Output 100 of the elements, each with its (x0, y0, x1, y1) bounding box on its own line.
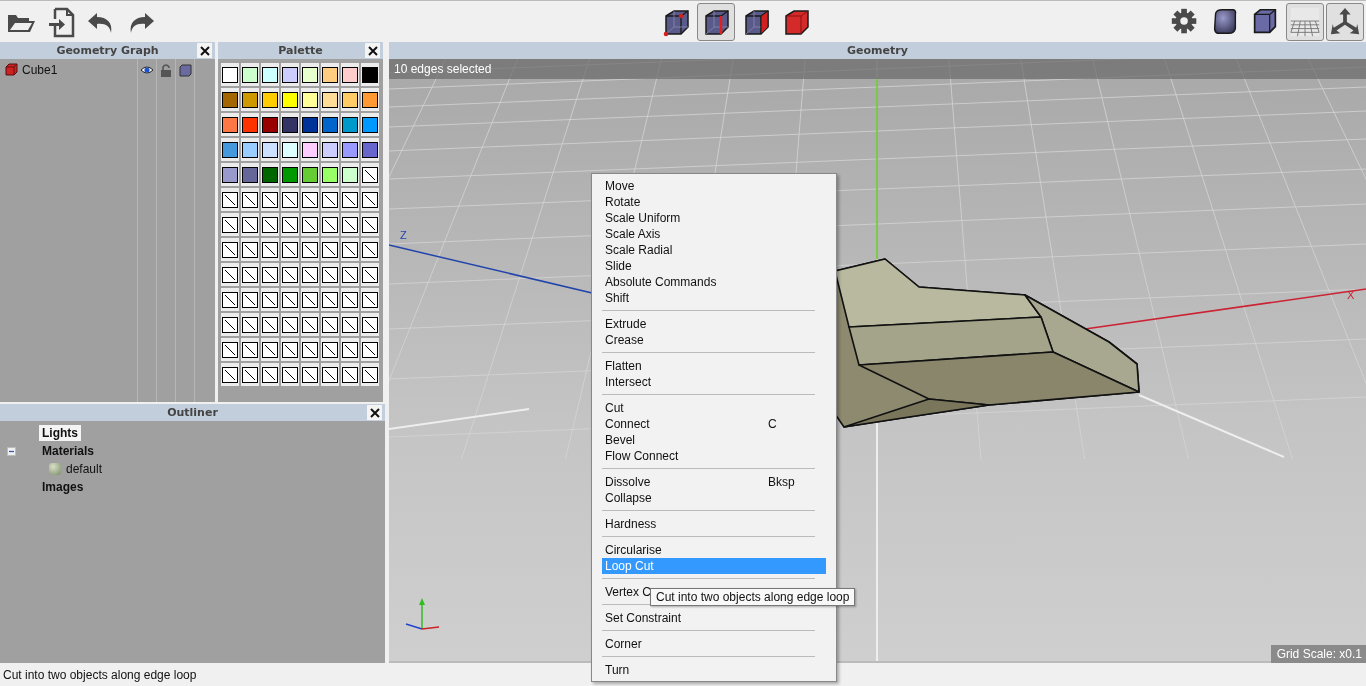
menu-item[interactable]: Slide (602, 258, 826, 274)
empty-swatch[interactable] (302, 291, 318, 308)
menu-item[interactable]: Collapse (602, 490, 826, 506)
empty-swatch[interactable] (302, 191, 318, 208)
color-swatch[interactable] (222, 166, 238, 183)
color-swatch[interactable] (262, 66, 278, 83)
color-swatch[interactable] (222, 116, 238, 133)
empty-swatch[interactable] (342, 241, 358, 258)
color-swatch[interactable] (282, 91, 298, 108)
menu-item[interactable]: Scale Uniform (602, 210, 826, 226)
empty-swatch[interactable] (282, 341, 298, 358)
empty-swatch[interactable] (242, 316, 258, 333)
empty-swatch[interactable] (222, 291, 238, 308)
visibility-toggle[interactable] (140, 63, 154, 77)
color-swatch[interactable] (242, 66, 258, 83)
collapse-toggle[interactable] (7, 446, 16, 456)
color-swatch[interactable] (342, 166, 358, 183)
empty-swatch[interactable] (342, 366, 358, 383)
color-swatch[interactable] (242, 116, 258, 133)
menu-item[interactable]: Hardness (602, 516, 826, 532)
color-swatch[interactable] (302, 66, 318, 83)
empty-swatch[interactable] (262, 341, 278, 358)
color-swatch[interactable] (242, 91, 258, 108)
empty-swatch[interactable] (282, 291, 298, 308)
edge-mode-button[interactable] (696, 2, 735, 41)
empty-swatch[interactable] (302, 216, 318, 233)
empty-swatch[interactable] (362, 216, 378, 233)
menu-item[interactable]: Extrude (602, 316, 826, 332)
color-swatch[interactable] (322, 66, 338, 83)
empty-swatch[interactable] (222, 266, 238, 283)
color-swatch[interactable] (342, 141, 358, 158)
material-button[interactable] (178, 63, 192, 77)
empty-swatch[interactable] (222, 216, 238, 233)
empty-swatch[interactable] (262, 241, 278, 258)
empty-swatch[interactable] (242, 366, 258, 383)
empty-swatch[interactable] (262, 266, 278, 283)
empty-swatch[interactable] (322, 266, 338, 283)
color-swatch[interactable] (362, 116, 378, 133)
color-swatch[interactable] (342, 66, 358, 83)
lock-toggle[interactable] (160, 63, 172, 77)
empty-swatch[interactable] (362, 266, 378, 283)
color-swatch[interactable] (362, 141, 378, 158)
empty-swatch[interactable] (362, 341, 378, 358)
color-swatch[interactable] (302, 141, 318, 158)
axes-button[interactable] (1326, 2, 1364, 41)
empty-swatch[interactable] (302, 266, 318, 283)
menu-item[interactable]: Intersect (602, 374, 826, 390)
empty-swatch[interactable] (362, 241, 378, 258)
outliner-item[interactable]: default (63, 461, 106, 477)
empty-swatch[interactable] (222, 316, 238, 333)
outliner-item[interactable]: Lights (39, 425, 81, 441)
empty-swatch[interactable] (362, 291, 378, 308)
empty-swatch[interactable] (282, 316, 298, 333)
color-swatch[interactable] (262, 166, 278, 183)
object-row[interactable]: Cube1 (0, 62, 137, 77)
menu-item[interactable]: Absolute Commands (602, 274, 826, 290)
empty-swatch[interactable] (342, 291, 358, 308)
menu-item[interactable]: Scale Radial (602, 242, 826, 258)
color-swatch[interactable] (342, 116, 358, 133)
close-button[interactable] (197, 43, 212, 58)
empty-swatch[interactable] (282, 241, 298, 258)
color-swatch[interactable] (322, 166, 338, 183)
color-swatch[interactable] (282, 116, 298, 133)
color-swatch[interactable] (222, 66, 238, 83)
menu-item[interactable]: Set Constraint (602, 610, 826, 626)
menu-item[interactable]: Cut (602, 400, 826, 416)
empty-swatch[interactable] (222, 366, 238, 383)
color-swatch[interactable] (222, 91, 238, 108)
menu-item[interactable]: Circularise (602, 542, 826, 558)
menu-item[interactable]: Connect C (602, 416, 826, 432)
menu-item[interactable]: Bevel (602, 432, 826, 448)
color-swatch[interactable] (362, 91, 378, 108)
empty-swatch[interactable] (342, 341, 358, 358)
color-swatch[interactable] (362, 66, 378, 83)
empty-swatch[interactable] (282, 216, 298, 233)
empty-swatch[interactable] (322, 191, 338, 208)
empty-swatch[interactable] (242, 341, 258, 358)
empty-swatch[interactable] (282, 191, 298, 208)
empty-swatch[interactable] (362, 366, 378, 383)
empty-swatch[interactable] (342, 316, 358, 333)
color-swatch[interactable] (342, 91, 358, 108)
empty-swatch[interactable] (322, 341, 338, 358)
empty-swatch[interactable] (282, 266, 298, 283)
empty-swatch[interactable] (342, 216, 358, 233)
color-swatch[interactable] (222, 141, 238, 158)
menu-item[interactable]: Scale Axis (602, 226, 826, 242)
close-button[interactable] (367, 405, 382, 420)
empty-swatch[interactable] (322, 316, 338, 333)
color-swatch[interactable] (322, 116, 338, 133)
menu-item[interactable]: Shift (602, 290, 826, 306)
empty-swatch[interactable] (262, 291, 278, 308)
color-swatch[interactable] (302, 116, 318, 133)
close-button[interactable] (365, 43, 380, 58)
menu-item[interactable]: Corner (602, 636, 826, 652)
empty-swatch[interactable] (262, 316, 278, 333)
color-swatch[interactable] (262, 116, 278, 133)
empty-swatch[interactable] (242, 241, 258, 258)
color-swatch[interactable] (262, 141, 278, 158)
empty-swatch[interactable] (222, 191, 238, 208)
menu-item[interactable]: Crease (602, 332, 826, 348)
